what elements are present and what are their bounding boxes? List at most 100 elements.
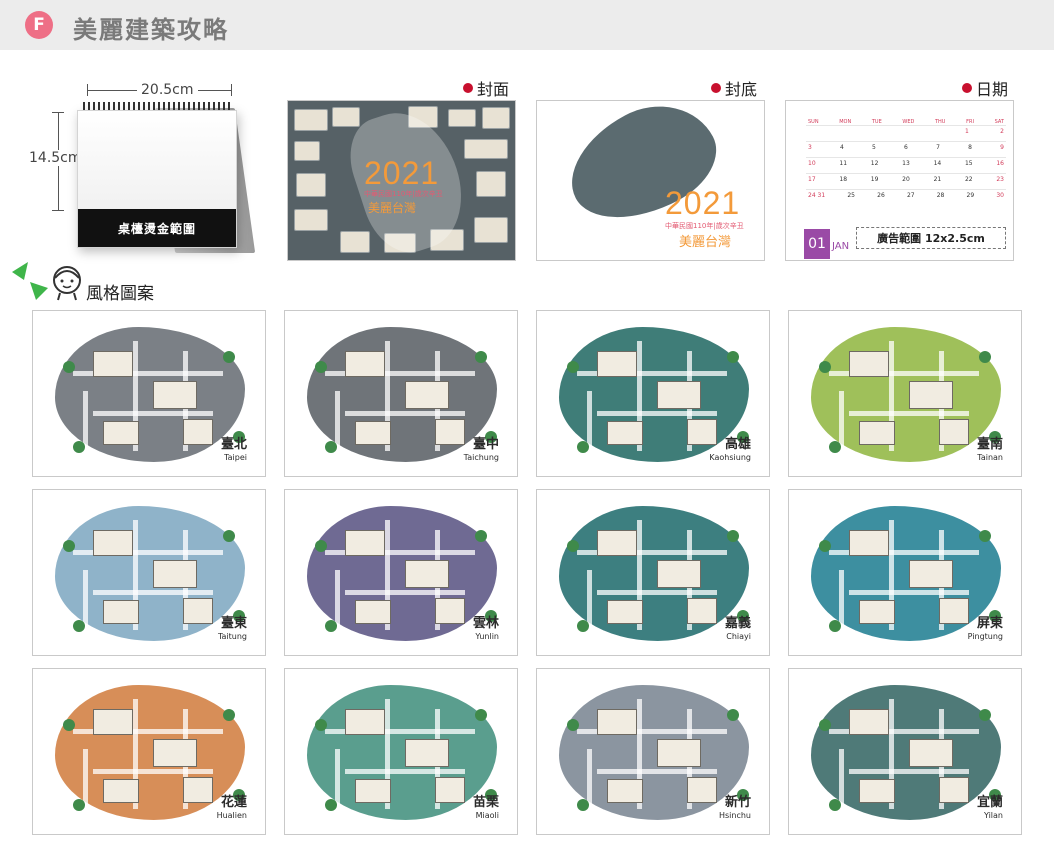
building-tile [482, 107, 510, 129]
map-city-name: 臺南 [976, 437, 1003, 452]
building-illustration [405, 560, 449, 588]
tree-icon [63, 540, 75, 552]
building-illustration [355, 600, 391, 624]
map-city-name: 臺北 [220, 437, 247, 452]
section-badge: F [25, 11, 53, 39]
height-dimension-tick [52, 210, 64, 211]
tree-icon [325, 441, 337, 453]
style-section-label: 風格圖案 [86, 284, 154, 304]
map-city-name: 苗栗 [472, 795, 499, 810]
map-city-english: Hualien [216, 811, 247, 820]
front-cover-preview: 2021 中華民國110年|歲次辛丑 美麗台灣 [287, 100, 516, 261]
tree-icon [829, 799, 841, 811]
tree-icon [727, 709, 739, 721]
date-label: 日期 [962, 76, 1008, 100]
building-illustration [859, 421, 895, 445]
building-illustration [597, 351, 637, 377]
tree-icon [73, 441, 85, 453]
map-city-name: 臺中 [472, 437, 499, 452]
map-card: 花蓮 Hualien [32, 668, 266, 835]
map-road [597, 590, 717, 595]
weekday-label: FRI [966, 119, 974, 125]
tree-icon [63, 361, 75, 373]
tree-icon [315, 719, 327, 731]
building-tile [448, 109, 476, 127]
width-dimension-tick [87, 84, 88, 96]
calendar-week: 12 [806, 125, 1006, 141]
map-city-english: Yunlin [475, 632, 499, 641]
building-illustration [849, 530, 889, 556]
building-tile [476, 171, 506, 197]
back-cover-label: 封底 [711, 76, 757, 100]
building-illustration [345, 709, 385, 735]
tree-icon [325, 799, 337, 811]
map-city-name: 嘉義 [724, 616, 751, 631]
back-cover-label-text: 封底 [725, 80, 758, 99]
map-road [597, 769, 717, 774]
building-tile [294, 209, 328, 231]
tree-icon [567, 540, 579, 552]
back-subtitle: 中華民國110年|歲次辛丑 [665, 222, 744, 230]
calendar-week: 10 11 12 13 14 15 16 [806, 157, 1006, 173]
date-label-text: 日期 [976, 80, 1009, 99]
map-card: 宜蘭 Yilan [788, 668, 1022, 835]
building-illustration [405, 739, 449, 767]
map-card: 臺中 Taichung [284, 310, 518, 477]
day-cell: 6 [904, 144, 908, 151]
day-cell: 21 [933, 176, 942, 183]
building-illustration [93, 709, 133, 735]
width-dimension-tick [231, 84, 232, 96]
tree-icon [567, 719, 579, 731]
map-road [849, 590, 969, 595]
tree-icon [979, 709, 991, 721]
map-road [849, 411, 969, 416]
day-cell: 30 [996, 192, 1004, 199]
building-illustration [355, 779, 391, 803]
building-illustration [103, 600, 139, 624]
height-label: 14.5cm [29, 150, 82, 166]
building-illustration [607, 779, 643, 803]
map-city-english: Hsinchu [718, 811, 751, 820]
day-cell: 12 [870, 160, 879, 167]
day-cell: 3 [808, 144, 812, 151]
day-cell: 24 31 [808, 192, 826, 199]
building-illustration [435, 598, 465, 624]
map-city-name: 宜蘭 [976, 795, 1003, 810]
calendar-week: 17 18 19 20 21 22 23 [806, 173, 1006, 189]
calendar-week: 3 4 5 6 7 8 9 [806, 141, 1006, 157]
back-year: 2021 [665, 185, 741, 221]
month-name: JAN [832, 241, 850, 252]
map-city-english: Taichung [463, 453, 499, 462]
building-illustration [607, 421, 643, 445]
weekday-label: THU [934, 119, 946, 125]
map-city-name: 新竹 [724, 795, 751, 810]
map-city-english: Miaoli [475, 811, 499, 820]
day-cell: 22 [964, 176, 973, 183]
building-illustration [939, 598, 969, 624]
map-road [839, 391, 844, 451]
front-subtitle: 中華民國110年|歲次辛丑 [364, 190, 443, 198]
girl-face-icon [53, 266, 81, 301]
building-illustration [597, 530, 637, 556]
tree-icon [73, 799, 85, 811]
day-cell: 17 [808, 176, 816, 183]
tree-icon [829, 441, 841, 453]
map-road [597, 411, 717, 416]
imprint-label: 桌檯燙金範圍 [117, 221, 196, 236]
map-card: 臺北 Taipei [32, 310, 266, 477]
building-illustration [153, 739, 197, 767]
building-illustration [607, 600, 643, 624]
day-cell: 13 [902, 160, 910, 167]
building-illustration [345, 530, 385, 556]
building-illustration [939, 777, 969, 803]
building-illustration [597, 709, 637, 735]
building-tile [296, 173, 326, 197]
section-header: F 美麗建築攻略 [0, 0, 1054, 50]
desk-calendar-illustration: 20.5cm 14.5cm 桌檯燙金範圍 [25, 78, 265, 258]
front-cover-label-text: 封面 [477, 80, 510, 99]
front-cover-label: 封面 [463, 76, 509, 100]
map-road [83, 391, 88, 451]
map-road [83, 749, 88, 809]
month-number-badge: 01 [804, 229, 830, 259]
map-city-name: 臺東 [220, 616, 247, 631]
